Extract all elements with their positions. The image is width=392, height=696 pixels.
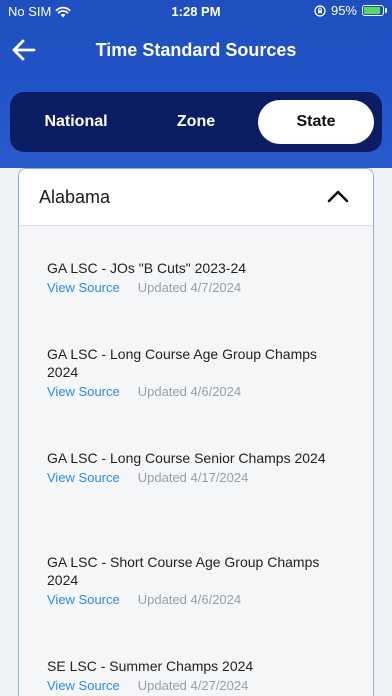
updated-date: Updated 4/6/2024: [137, 384, 242, 399]
view-source-link[interactable]: View Source: [47, 383, 120, 401]
status-bar: No SIM 1:28 PM 95%: [0, 0, 392, 24]
view-source-link[interactable]: View Source: [47, 469, 120, 487]
source-meta: View Source Updated 4/17/2024: [47, 469, 347, 487]
list-item: GA LSC - Long Course Senior Champs 2024 …: [47, 449, 347, 487]
view-source-link[interactable]: View Source: [47, 279, 120, 297]
status-right: 95%: [314, 3, 387, 18]
source-name: GA LSC - JOs "B Cuts" 2023-24: [47, 260, 247, 276]
battery-icon: [362, 5, 387, 16]
view-source-link[interactable]: View Source: [47, 591, 120, 609]
source-name: GA LSC - Short Course Age Group Champs 2…: [47, 554, 320, 588]
section-title: Alabama: [39, 187, 111, 207]
navigation-bar: Time Standard Sources: [0, 28, 392, 72]
tab-zone[interactable]: Zone: [138, 100, 254, 144]
orientation-lock-icon: [314, 4, 326, 17]
battery-percent: 95%: [330, 3, 357, 18]
updated-date: Updated 4/6/2024: [137, 592, 242, 607]
source-meta: View Source Updated 4/7/2024: [47, 279, 347, 297]
updated-date: Updated 4/27/2024: [137, 678, 249, 693]
section-header[interactable]: Alabama: [19, 169, 373, 226]
list-item: GA LSC - JOs "B Cuts" 2023-24 View Sourc…: [47, 259, 347, 297]
list-item: GA LSC - Long Course Age Group Champs 20…: [47, 345, 347, 401]
battery-level: [364, 7, 380, 14]
list-item: SE LSC - Summer Champs 2024 View Source …: [47, 657, 347, 695]
source-name: GA LSC - Long Course Age Group Champs 20…: [47, 346, 318, 380]
source-meta: View Source Updated 4/27/2024: [47, 677, 347, 695]
chevron-up-icon: [327, 190, 349, 203]
source-name: SE LSC - Summer Champs 2024: [47, 658, 254, 674]
source-meta: View Source Updated 4/6/2024: [47, 383, 347, 401]
list-item: GA LSC - Short Course Age Group Champs 2…: [47, 553, 347, 609]
view-source-link[interactable]: View Source: [47, 677, 120, 695]
battery-cap: [385, 8, 387, 13]
source-meta: View Source Updated 4/6/2024: [47, 591, 347, 609]
state-section-card: Alabama GA LSC - JOs "B Cuts" 2023-24 Vi…: [18, 168, 374, 696]
updated-date: Updated 4/7/2024: [137, 280, 242, 295]
source-name: GA LSC - Long Course Senior Champs 2024: [47, 450, 326, 466]
tab-national[interactable]: National: [18, 100, 134, 144]
scope-segmented-control: National Zone State: [10, 92, 382, 152]
tab-state[interactable]: State: [258, 100, 374, 144]
updated-date: Updated 4/17/2024: [137, 470, 249, 485]
app-screen: No SIM 1:28 PM 95% Time Standard Sources…: [0, 0, 392, 696]
page-title: Time Standard Sources: [95, 40, 297, 60]
